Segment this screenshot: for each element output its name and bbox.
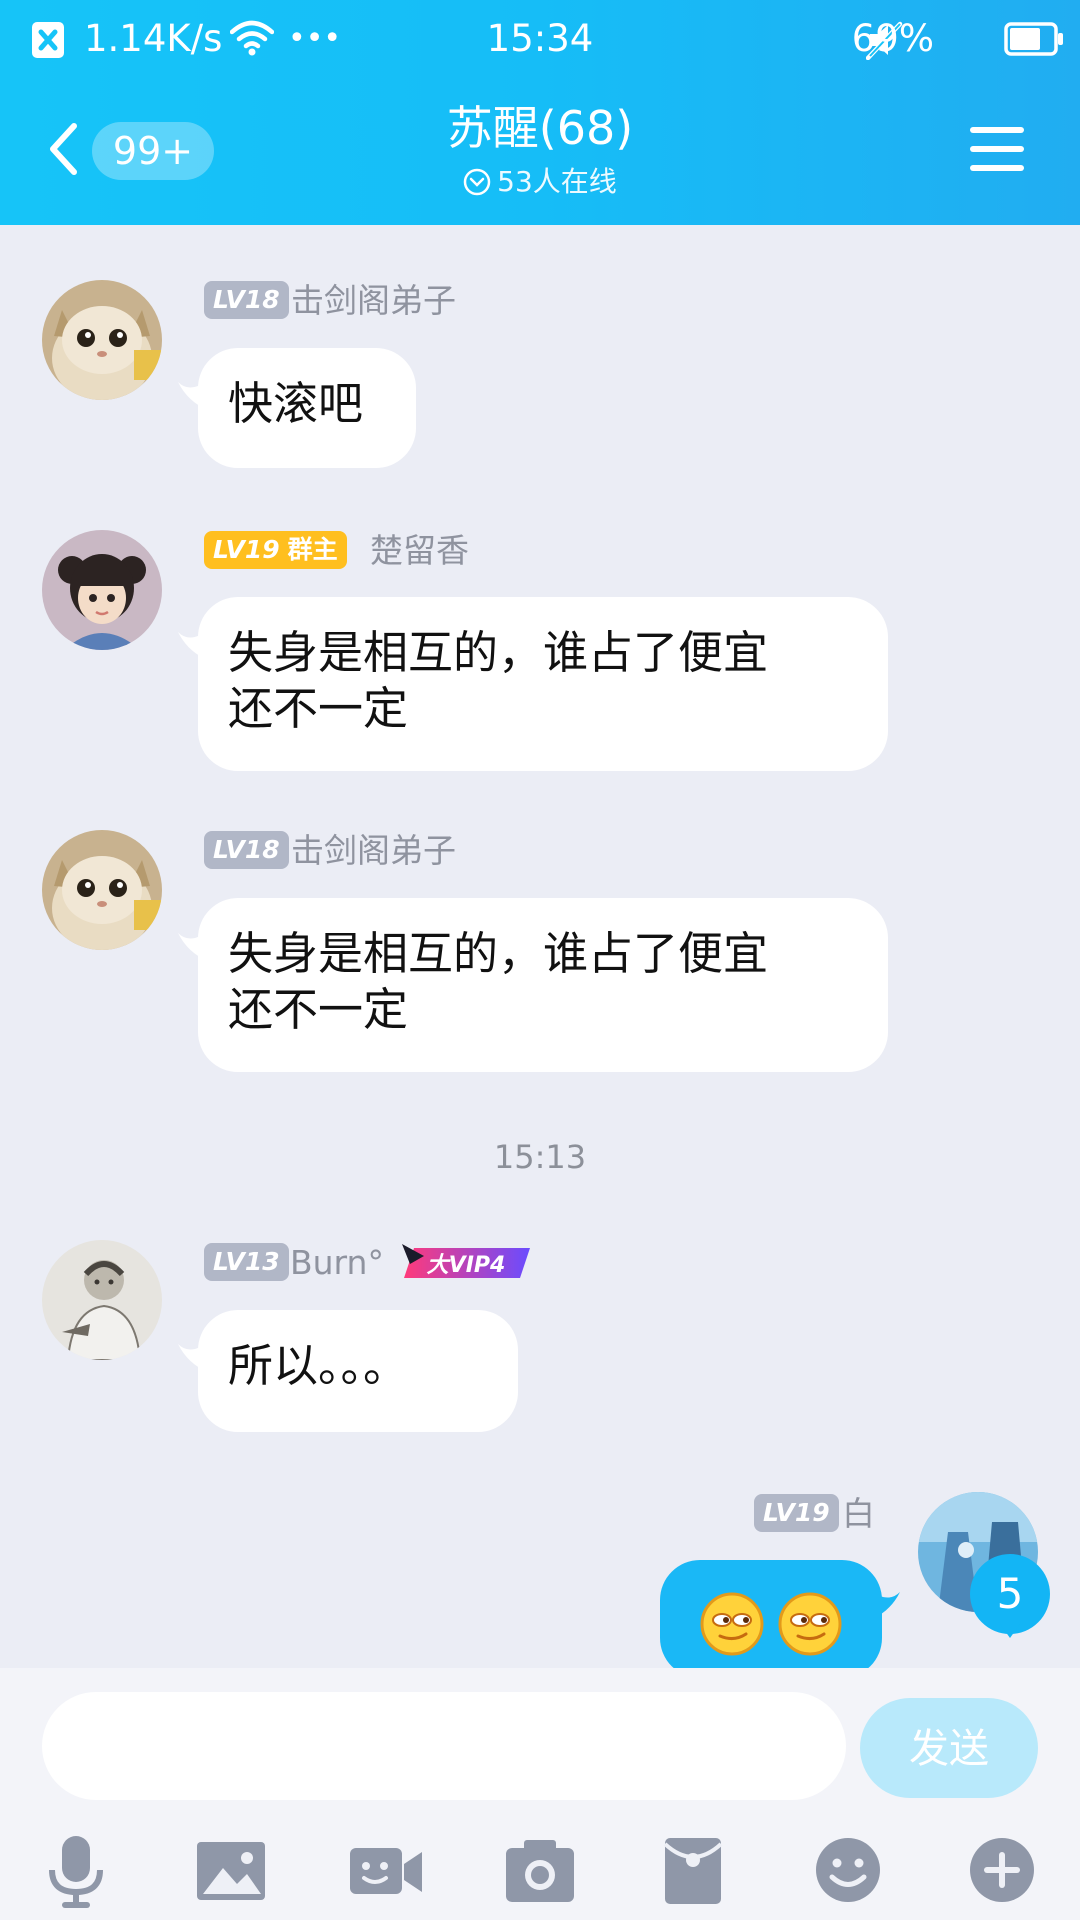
smirk-emoji-icon: [700, 1592, 764, 1656]
message-text: 失身是相互的，谁占了便宜 还不一定: [228, 926, 858, 1038]
microphone-icon[interactable]: [36, 1830, 116, 1910]
message-bubble[interactable]: 所以。。。: [198, 1310, 518, 1432]
online-count-text: 53人在线: [497, 165, 617, 198]
battery-icon: [1004, 22, 1063, 56]
message-line: 还不一定: [228, 983, 409, 1036]
owner-role-text: 群主: [287, 535, 338, 564]
level-text: LV19: [213, 535, 280, 564]
video-call-icon[interactable]: [346, 1830, 426, 1910]
my-name: 白: [842, 1494, 875, 1533]
my-level-badge: LV19: [754, 1494, 839, 1532]
chat-header: 1.14K/s ••• 15:34 69% 99+ 苏醒(68) 53人在线: [0, 0, 1080, 225]
input-area: 发送: [0, 1668, 1080, 1920]
sender-name[interactable]: 楚留香: [370, 531, 469, 571]
image-icon[interactable]: [191, 1830, 271, 1910]
sender-name[interactable]: 击剑阁弟子: [291, 281, 456, 321]
chat-timestamp: 15:13: [493, 1138, 587, 1176]
owner-level-badge: LV19 群主: [204, 531, 347, 569]
sender-name[interactable]: 击剑阁弟子: [291, 831, 456, 871]
red-packet-icon[interactable]: [653, 1830, 733, 1910]
message-text: 失身是相互的，谁占了便宜 还不一定: [228, 625, 858, 737]
avatar-cat[interactable]: [42, 280, 162, 400]
message-text: 所以。。。: [228, 1339, 409, 1392]
vip-text: 大VIP4: [427, 1253, 506, 1278]
message-line: 还不一定: [228, 682, 409, 735]
message-bubble[interactable]: 快滚吧: [198, 348, 416, 468]
level-badge: LV13: [204, 1243, 289, 1281]
message-input[interactable]: [42, 1692, 846, 1800]
menu-icon[interactable]: [970, 125, 1024, 173]
message-text: 快滚吧: [228, 377, 364, 430]
send-button[interactable]: 发送: [860, 1698, 1038, 1798]
avatar-sketch[interactable]: [42, 1240, 162, 1360]
battery-percent: 69%: [851, 17, 934, 60]
plus-icon[interactable]: [962, 1830, 1042, 1910]
my-message-bubble[interactable]: [660, 1560, 882, 1678]
super-vip-badge: 大VIP4: [402, 1244, 530, 1278]
group-title[interactable]: 苏醒(68): [0, 98, 1080, 158]
unread-message-badge[interactable]: 5: [970, 1554, 1050, 1634]
emoji-icon[interactable]: [808, 1830, 888, 1910]
unread-badge-tail: [1000, 1624, 1020, 1638]
smirk-emoji-icon: [778, 1592, 842, 1656]
online-count[interactable]: 53人在线: [0, 162, 1080, 202]
message-bubble[interactable]: 失身是相互的，谁占了便宜 还不一定: [198, 898, 888, 1072]
message-line: 失身是相互的，谁占了便宜: [228, 927, 769, 980]
sender-name[interactable]: Burn°: [290, 1243, 384, 1283]
chevron-circle-icon: [463, 168, 491, 196]
level-badge: LV18: [204, 281, 289, 319]
message-bubble[interactable]: 失身是相互的，谁占了便宜 还不一定: [198, 597, 888, 771]
camera-icon[interactable]: [500, 1830, 580, 1910]
avatar-girl[interactable]: [42, 530, 162, 650]
avatar-cat[interactable]: [42, 830, 162, 950]
level-badge: LV18: [204, 831, 289, 869]
message-line: 失身是相互的，谁占了便宜: [228, 626, 769, 679]
